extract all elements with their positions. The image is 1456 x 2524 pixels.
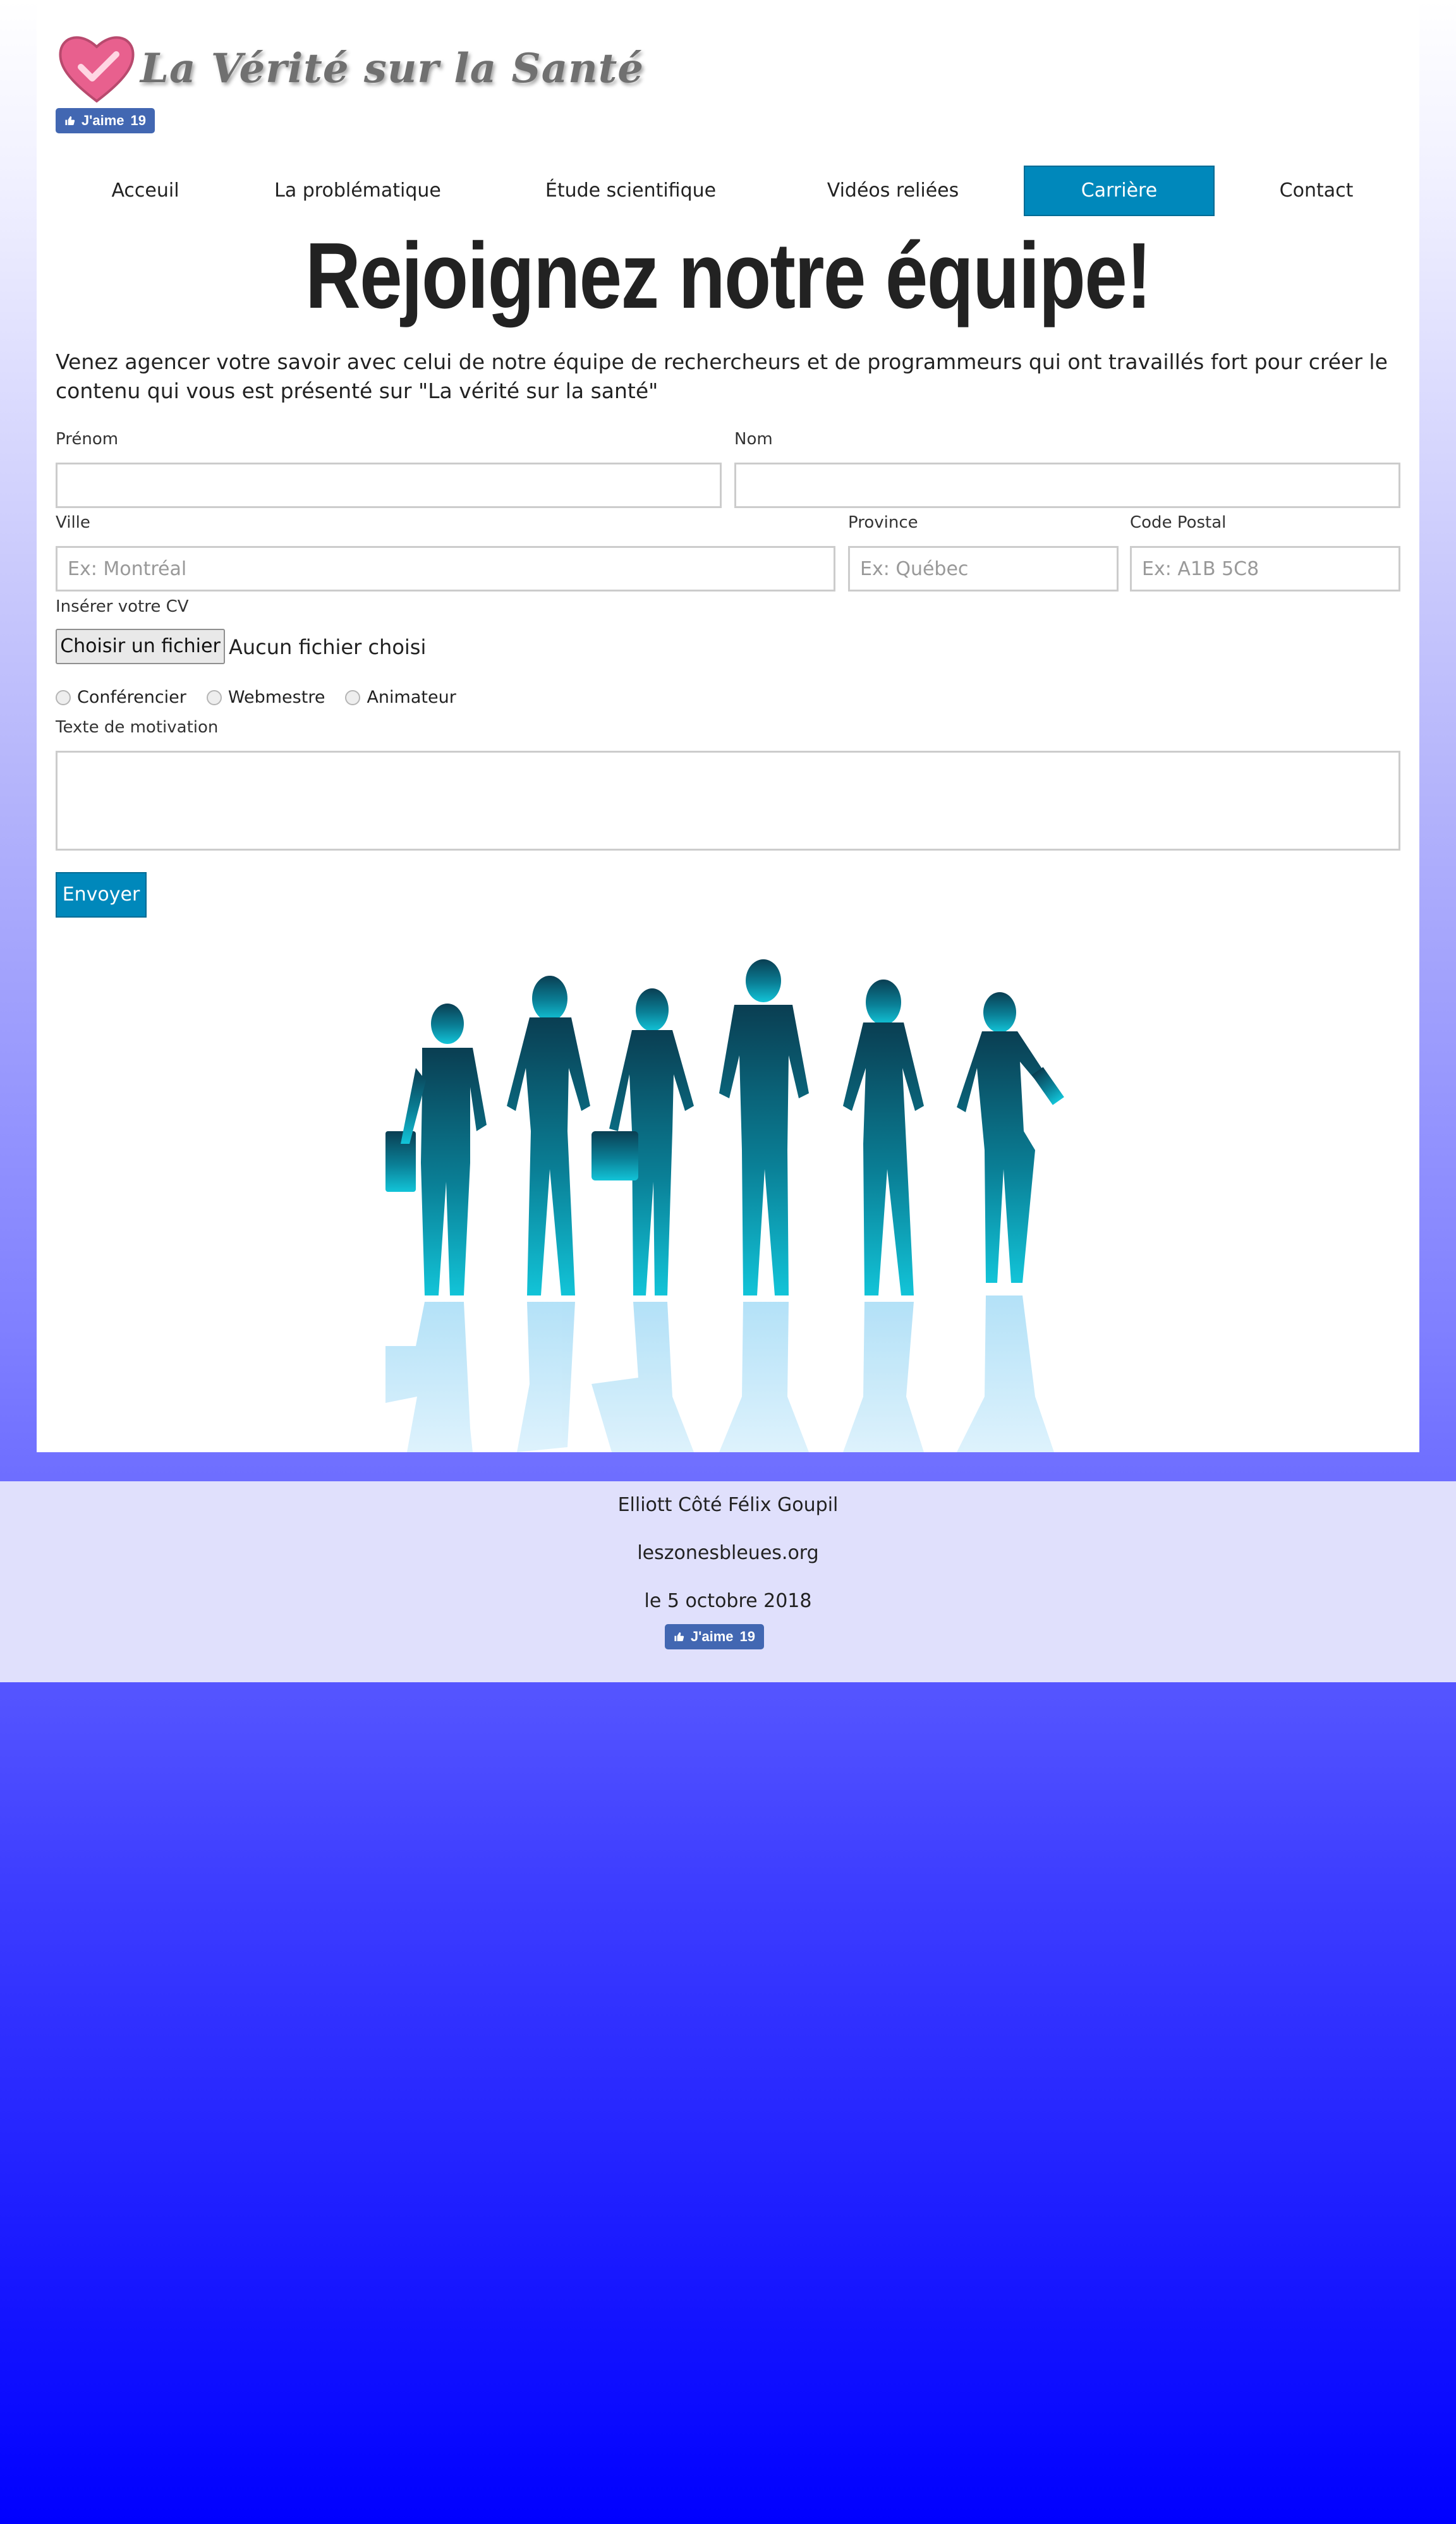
prenom-input[interactable] xyxy=(56,463,722,508)
thumbs-up-icon xyxy=(674,1632,684,1642)
province-input[interactable] xyxy=(848,546,1119,592)
page-container: La Vérité sur la Santé J'aime 19 Acceuil… xyxy=(37,0,1419,1452)
radio-animateur[interactable] xyxy=(345,689,361,705)
role-option-conferencier[interactable]: Conférencier xyxy=(56,688,186,707)
nav-item-etude-scientifique[interactable]: Étude scientifique xyxy=(498,166,763,216)
prenom-label: Prénom xyxy=(56,430,119,449)
radio-conferencier[interactable] xyxy=(56,689,71,705)
like-count: 19 xyxy=(130,112,146,128)
footer-date: le 5 octobre 2018 xyxy=(644,1590,812,1612)
intro-text: Venez agencer votre savoir avec celui de… xyxy=(56,349,1388,403)
team-silhouette-image xyxy=(385,959,1064,1452)
nom-label: Nom xyxy=(734,430,773,449)
footer-site[interactable]: leszonesbleues.org xyxy=(0,1542,1456,1564)
code-postal-input[interactable] xyxy=(1130,546,1400,592)
role-radio-group: Conférencier Webmestre Animateur xyxy=(56,688,476,707)
motivation-textarea[interactable] xyxy=(56,751,1400,851)
role-option-webmestre[interactable]: Webmestre xyxy=(206,688,325,707)
choose-file-button[interactable]: Choisir un fichier xyxy=(56,629,225,664)
radio-webmestre[interactable] xyxy=(206,689,222,705)
role-option-animateur[interactable]: Animateur xyxy=(345,688,456,707)
province-label: Province xyxy=(848,513,918,532)
nom-input[interactable] xyxy=(734,463,1400,508)
nav-item-problematique[interactable]: La problématique xyxy=(241,166,474,216)
ville-label: Ville xyxy=(56,513,90,532)
submit-button[interactable]: Envoyer xyxy=(56,872,147,918)
nav-item-contact[interactable]: Contact xyxy=(1231,166,1402,216)
nav-item-videos-reliees[interactable]: Vidéos reliées xyxy=(782,166,1004,216)
like-label: J'aime xyxy=(690,1629,734,1644)
page-title: Rejoignez notre équipe! xyxy=(305,224,1151,328)
file-status: Aucun fichier choisi xyxy=(229,635,427,659)
main-nav: Acceuil La problématique Étude scientifi… xyxy=(56,166,1400,216)
radio-label: Animateur xyxy=(367,688,456,707)
code-postal-label: Code Postal xyxy=(1130,513,1227,532)
like-label: J'aime xyxy=(81,112,124,128)
thumbs-up-icon xyxy=(65,116,75,126)
footer-facebook-like-button[interactable]: J'aime 19 xyxy=(665,1624,764,1649)
cv-label: Insérer votre CV xyxy=(56,597,189,616)
like-count: 19 xyxy=(739,1629,755,1644)
nav-item-carriere[interactable]: Carrière xyxy=(1024,166,1215,216)
footer: Elliott Côté Félix Goupil leszonesbleues… xyxy=(0,1481,1456,1682)
radio-label: Conférencier xyxy=(77,688,186,707)
facebook-like-button[interactable]: J'aime 19 xyxy=(56,108,155,133)
ville-input[interactable] xyxy=(56,546,835,592)
radio-label: Webmestre xyxy=(228,688,325,707)
site-logo[interactable]: La Vérité sur la Santé xyxy=(56,30,644,106)
footer-authors: Elliott Côté Félix Goupil xyxy=(617,1494,839,1516)
motivation-label: Texte de motivation xyxy=(56,718,219,737)
nav-item-acceuil[interactable]: Acceuil xyxy=(56,166,235,216)
site-title: La Vérité sur la Santé xyxy=(140,44,644,92)
heart-check-icon xyxy=(59,36,135,103)
